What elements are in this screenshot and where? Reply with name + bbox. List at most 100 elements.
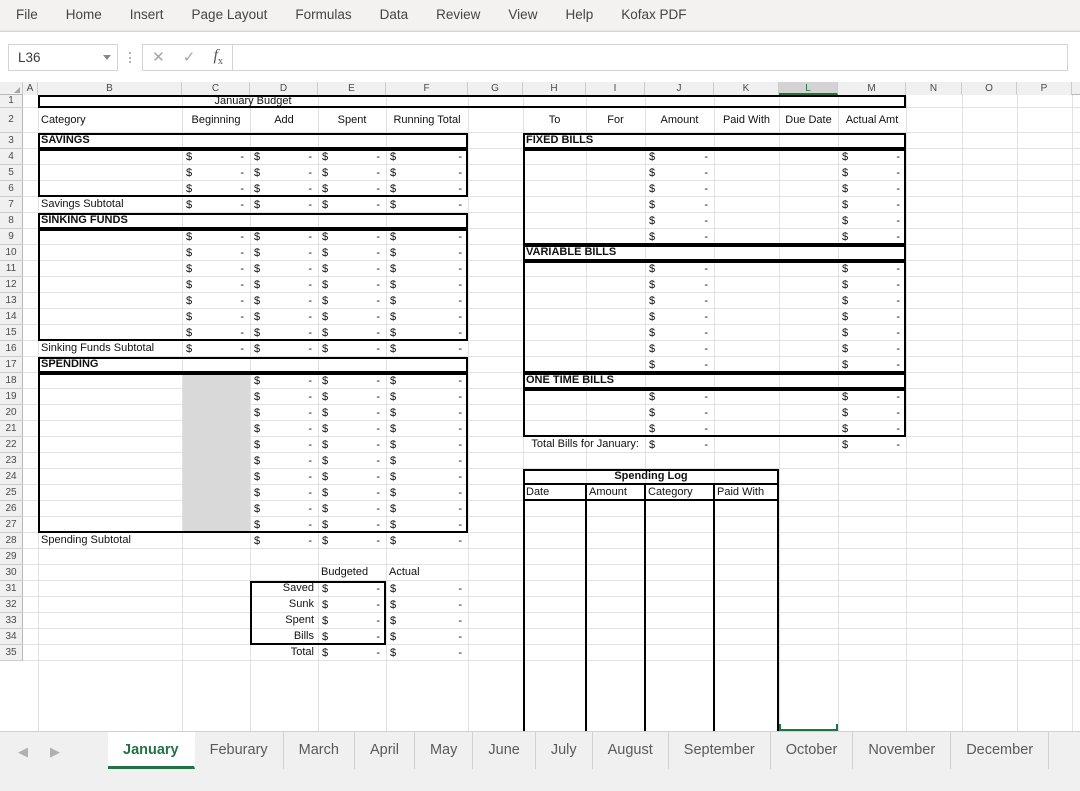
summary-budgeted-bills[interactable]: $- bbox=[318, 631, 386, 643]
row-header-7[interactable]: 7 bbox=[0, 197, 23, 213]
spending-F18[interactable]: $- bbox=[386, 375, 468, 387]
fixed-bill-actual-6[interactable]: $- bbox=[838, 183, 906, 195]
close-icon[interactable]: ✕ bbox=[152, 50, 165, 65]
header-running-total[interactable]: Running Total bbox=[386, 108, 468, 133]
ribbon-tab-data[interactable]: Data bbox=[366, 0, 423, 30]
header-due-date[interactable]: Due Date bbox=[779, 108, 838, 133]
sinking-E13[interactable]: $- bbox=[318, 295, 386, 307]
row-header-18[interactable]: 18 bbox=[0, 373, 23, 389]
spending-D27[interactable]: $- bbox=[250, 519, 318, 531]
variable-bill-actual-15[interactable]: $- bbox=[838, 327, 906, 339]
fixed-bill-amount-4[interactable]: $- bbox=[645, 151, 714, 163]
summary-label-saved[interactable]: Saved bbox=[250, 581, 318, 597]
summary-header-budgeted[interactable]: Budgeted bbox=[318, 565, 386, 581]
column-header-P[interactable]: P bbox=[1017, 82, 1072, 95]
row-header-19[interactable]: 19 bbox=[0, 389, 23, 405]
ribbon-tab-kofax-pdf[interactable]: Kofax PDF bbox=[607, 0, 700, 30]
one-time-bill-actual-19[interactable]: $- bbox=[838, 391, 906, 403]
column-header-K[interactable]: K bbox=[714, 82, 779, 95]
fixed-bill-actual-8[interactable]: $- bbox=[838, 215, 906, 227]
one-time-bill-amount-20[interactable]: $- bbox=[645, 407, 714, 419]
fixed-bill-actual-5[interactable]: $- bbox=[838, 167, 906, 179]
savings-F4[interactable]: $- bbox=[386, 151, 468, 163]
savings-C4[interactable]: $- bbox=[182, 151, 250, 163]
sinking-D15[interactable]: $- bbox=[250, 327, 318, 339]
sinking-F13[interactable]: $- bbox=[386, 295, 468, 307]
variable-bill-actual-13[interactable]: $- bbox=[838, 295, 906, 307]
formula-bar-grip[interactable] bbox=[118, 44, 142, 71]
sheet-tab-may[interactable]: May bbox=[415, 732, 473, 769]
savings-subtotal-F[interactable]: $- bbox=[386, 199, 468, 211]
sinking-D11[interactable]: $- bbox=[250, 263, 318, 275]
row-header-21[interactable]: 21 bbox=[0, 421, 23, 437]
ribbon-tab-insert[interactable]: Insert bbox=[116, 0, 178, 30]
spending-D20[interactable]: $- bbox=[250, 407, 318, 419]
savings-C6[interactable]: $- bbox=[182, 183, 250, 195]
sinking-E10[interactable]: $- bbox=[318, 247, 386, 259]
summary-budgeted-total[interactable]: $- bbox=[318, 647, 386, 659]
sinking-F10[interactable]: $- bbox=[386, 247, 468, 259]
summary-budgeted-spent[interactable]: $- bbox=[318, 615, 386, 627]
sheet-tab-march[interactable]: March bbox=[284, 732, 355, 769]
label-one-time-bills[interactable]: ONE TIME BILLS bbox=[523, 373, 906, 389]
spending-F24[interactable]: $- bbox=[386, 471, 468, 483]
spending-F20[interactable]: $- bbox=[386, 407, 468, 419]
sinking-D10[interactable]: $- bbox=[250, 247, 318, 259]
sinking-F14[interactable]: $- bbox=[386, 311, 468, 323]
column-header-B[interactable]: B bbox=[38, 82, 182, 95]
fixed-bill-amount-6[interactable]: $- bbox=[645, 183, 714, 195]
row-header-9[interactable]: 9 bbox=[0, 229, 23, 245]
spending-D25[interactable]: $- bbox=[250, 487, 318, 499]
spending-E19[interactable]: $- bbox=[318, 391, 386, 403]
ribbon-tab-page-layout[interactable]: Page Layout bbox=[178, 0, 282, 30]
spending-F27[interactable]: $- bbox=[386, 519, 468, 531]
ribbon-tab-home[interactable]: Home bbox=[52, 0, 116, 30]
spreadsheet-grid[interactable]: ABCDEFGHIJKLMNOP123456789101112131415161… bbox=[0, 82, 1080, 731]
spending-E22[interactable]: $- bbox=[318, 439, 386, 451]
label-spending-subtotal[interactable]: Spending Subtotal bbox=[38, 533, 182, 549]
label-savings[interactable]: SAVINGS bbox=[38, 133, 182, 149]
summary-actual-total[interactable]: $- bbox=[386, 647, 468, 659]
variable-bill-amount-13[interactable]: $- bbox=[645, 295, 714, 307]
row-header-6[interactable]: 6 bbox=[0, 181, 23, 197]
summary-actual-sunk[interactable]: $- bbox=[386, 599, 468, 611]
fixed-bill-amount-5[interactable]: $- bbox=[645, 167, 714, 179]
summary-header-actual[interactable]: Actual bbox=[386, 565, 468, 581]
savings-D6[interactable]: $- bbox=[250, 183, 318, 195]
variable-bill-actual-14[interactable]: $- bbox=[838, 311, 906, 323]
row-header-30[interactable]: 30 bbox=[0, 565, 23, 581]
variable-bill-actual-17[interactable]: $- bbox=[838, 359, 906, 371]
ribbon-tab-view[interactable]: View bbox=[494, 0, 551, 30]
savings-subtotal-C[interactable]: $- bbox=[182, 199, 250, 211]
sheet-tab-july[interactable]: July bbox=[536, 732, 593, 769]
variable-bill-amount-12[interactable]: $- bbox=[645, 279, 714, 291]
row-header-13[interactable]: 13 bbox=[0, 293, 23, 309]
summary-label-sunk[interactable]: Sunk bbox=[250, 597, 318, 613]
column-header-M[interactable]: M bbox=[838, 82, 906, 95]
sinking-C12[interactable]: $- bbox=[182, 279, 250, 291]
column-header-N[interactable]: N bbox=[906, 82, 962, 95]
savings-D4[interactable]: $- bbox=[250, 151, 318, 163]
total-bills-amount[interactable]: $- bbox=[645, 439, 714, 451]
column-header-L[interactable]: L bbox=[779, 82, 838, 95]
column-header-D[interactable]: D bbox=[250, 82, 318, 95]
label-savings-subtotal[interactable]: Savings Subtotal bbox=[38, 197, 182, 213]
sheet-tab-december[interactable]: December bbox=[951, 732, 1049, 769]
column-header-F[interactable]: F bbox=[386, 82, 468, 95]
sheet-tab-september[interactable]: September bbox=[669, 732, 771, 769]
row-header-23[interactable]: 23 bbox=[0, 453, 23, 469]
variable-bill-amount-15[interactable]: $- bbox=[645, 327, 714, 339]
check-icon[interactable]: ✓ bbox=[183, 50, 196, 65]
variable-bill-amount-11[interactable]: $- bbox=[645, 263, 714, 275]
header-paid-with[interactable]: Paid With bbox=[714, 108, 779, 133]
fixed-bill-actual-9[interactable]: $- bbox=[838, 231, 906, 243]
spending-D26[interactable]: $- bbox=[250, 503, 318, 515]
spending-E24[interactable]: $- bbox=[318, 471, 386, 483]
spending-F22[interactable]: $- bbox=[386, 439, 468, 451]
header-add[interactable]: Add bbox=[250, 108, 318, 133]
variable-bill-amount-14[interactable]: $- bbox=[645, 311, 714, 323]
row-header-20[interactable]: 20 bbox=[0, 405, 23, 421]
sinking-E14[interactable]: $- bbox=[318, 311, 386, 323]
row-header-33[interactable]: 33 bbox=[0, 613, 23, 629]
row-header-16[interactable]: 16 bbox=[0, 341, 23, 357]
